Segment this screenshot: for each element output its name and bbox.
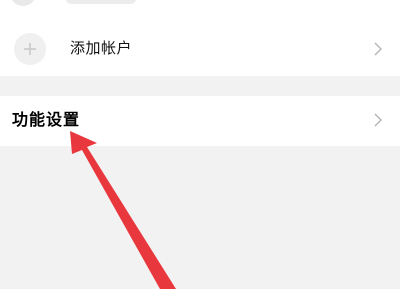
settings-screen: 添加帐户 功能设置 <box>0 0 400 289</box>
add-account-row[interactable]: 添加帐户 <box>0 20 400 76</box>
function-settings-label: 功能设置 <box>12 110 81 129</box>
section-divider <box>0 76 400 96</box>
function-settings-row[interactable]: 功能设置 <box>0 96 400 146</box>
chevron-right-icon <box>374 113 383 127</box>
account-row-partial[interactable] <box>0 0 400 6</box>
add-account-label: 添加帐户 <box>70 39 133 57</box>
chevron-right-icon <box>374 42 383 56</box>
account-name-placeholder <box>66 0 136 4</box>
account-avatar <box>10 0 36 6</box>
plus-icon <box>14 33 46 65</box>
account-card: 添加帐户 <box>0 0 400 76</box>
